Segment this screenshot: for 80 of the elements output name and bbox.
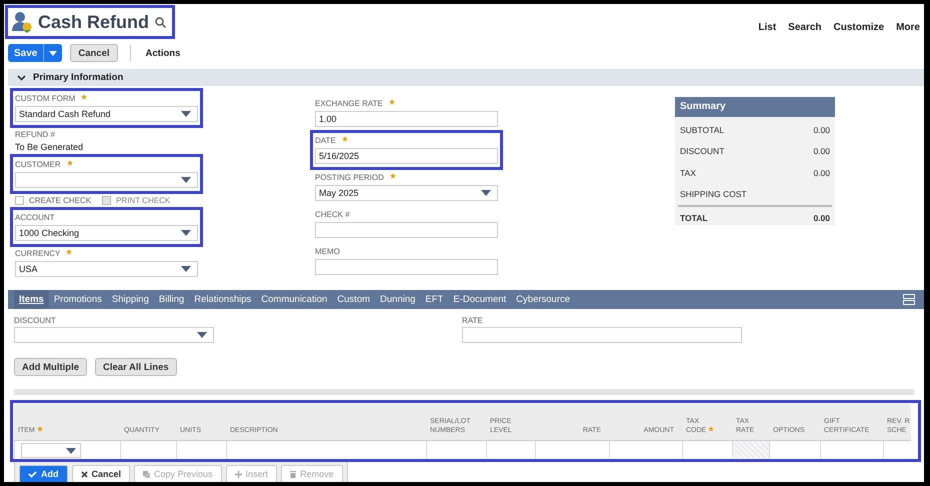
checkbox-label: PRINT CHECK (116, 196, 170, 204)
dropdown-field[interactable] (14, 327, 214, 343)
copy-icon (143, 470, 150, 478)
summary-label: TAX (680, 168, 696, 178)
caret-icon (181, 266, 191, 272)
dropdown-field[interactable]: Standard Cash Refund (15, 106, 198, 122)
line-button[interactable]: Cancel (72, 465, 130, 482)
tab[interactable]: Communication (256, 290, 332, 309)
input-field[interactable]: 5/16/2025 (315, 148, 498, 164)
caret-icon (197, 332, 207, 338)
tab[interactable]: Billing (154, 290, 190, 309)
caret-icon (49, 50, 58, 56)
person-coin-icon (12, 11, 32, 33)
dropdown-field[interactable]: May 2025 (315, 185, 498, 201)
field-label: ACCOUNT (15, 213, 55, 222)
dropdown-field[interactable]: 1000 Checking (15, 225, 198, 241)
nav-link[interactable]: Search (788, 22, 822, 33)
input-field[interactable] (462, 327, 742, 343)
summary-value: 0.00 (813, 212, 830, 223)
save-menu-button[interactable] (43, 44, 62, 62)
save-button[interactable]: Save (8, 44, 44, 62)
tab[interactable]: EFT (420, 290, 448, 309)
summary-label: SUBTOTAL (680, 124, 724, 135)
action-button[interactable]: Clear All Lines (95, 358, 177, 376)
tab[interactable]: Shipping (106, 290, 154, 309)
tab[interactable]: Relationships (189, 290, 256, 309)
field-label: DISCOUNT (14, 316, 57, 325)
summary-title: Summary (675, 97, 835, 117)
caret-icon (181, 177, 191, 183)
field-label: CUSTOM FORM (15, 94, 76, 103)
input-field[interactable] (315, 259, 498, 275)
tab[interactable]: Promotions (48, 290, 107, 309)
tab[interactable]: Dunning (375, 290, 420, 309)
summary-value: 0.00 (813, 146, 830, 156)
field-label: RATE (462, 316, 484, 325)
dropdown-field[interactable]: USA (15, 261, 198, 277)
nav-link[interactable]: More (896, 22, 920, 33)
field-label: MEMO (315, 247, 340, 256)
action-button[interactable]: Add Multiple (14, 358, 87, 376)
search-icon[interactable] (155, 16, 166, 28)
caret-icon (181, 111, 191, 117)
field-label: POSTING PERIOD (315, 173, 384, 182)
section-title: Primary Information (33, 72, 124, 83)
field-label: CURRENCY (15, 249, 60, 258)
dropdown-field[interactable] (15, 172, 198, 188)
tab[interactable]: E-Document (448, 290, 512, 309)
caret-icon (181, 230, 191, 236)
field-label: CUSTOMER (15, 160, 61, 169)
nav-link[interactable]: List (758, 22, 776, 33)
caret-icon (66, 448, 76, 454)
field-label: DATE (315, 136, 336, 145)
summary-value: 0.00 (813, 124, 830, 135)
input-field[interactable]: 1.00 (315, 111, 498, 127)
field-label: CHECK # (315, 210, 350, 219)
page-title: Cash Refund (38, 12, 150, 32)
checkbox[interactable] (15, 196, 24, 204)
nav-link[interactable]: Customize (834, 22, 884, 33)
cancel-button[interactable]: Cancel (70, 44, 118, 62)
actions-menu[interactable]: Actions (142, 48, 184, 58)
field-label: REFUND # (15, 130, 56, 139)
checkbox-label: CREATE CHECK (29, 196, 92, 204)
tab[interactable]: Cybersource (511, 290, 576, 309)
summary-value: 0.00 (813, 168, 830, 178)
tab[interactable]: Items (14, 290, 49, 309)
plus-icon (234, 470, 242, 478)
summary-label: DISCOUNT (680, 146, 724, 156)
close-icon (80, 470, 88, 478)
check-icon (28, 470, 37, 478)
line-button[interactable]: Add (19, 465, 68, 482)
trash-icon (290, 470, 296, 478)
dropdown-field[interactable] (21, 443, 81, 458)
summary-label: SHIPPING COST (680, 189, 747, 200)
field-label: EXCHANGE RATE (315, 99, 383, 108)
tab[interactable]: Custom (332, 290, 376, 309)
layout-icon[interactable] (903, 294, 915, 305)
section-header[interactable]: Primary Information (8, 69, 924, 86)
input-field[interactable] (315, 222, 498, 238)
field-value: To Be Generated (15, 142, 84, 152)
caret-icon (481, 190, 491, 196)
summary-label: TOTAL (680, 212, 708, 223)
